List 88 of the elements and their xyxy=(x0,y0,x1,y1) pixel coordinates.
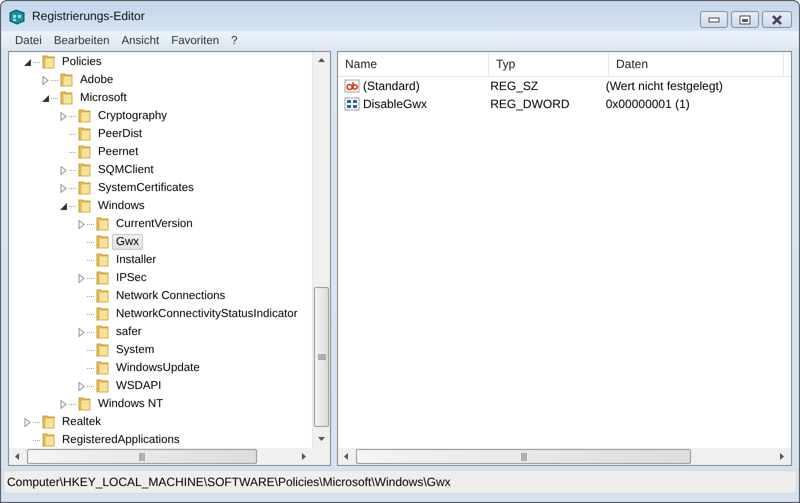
column-header[interactable]: Typ xyxy=(489,52,609,76)
value-data: (Wert nicht festgelegt) xyxy=(606,79,723,93)
folder-icon xyxy=(77,198,93,214)
app-icon xyxy=(8,7,26,25)
tree-item[interactable]: RegisteredApplications xyxy=(58,432,184,448)
tree-item[interactable]: SQMClient xyxy=(94,162,158,178)
scroll-up-icon[interactable] xyxy=(317,56,326,65)
folder-icon xyxy=(95,252,111,268)
tree-item[interactable]: CurrentVersion xyxy=(112,216,197,232)
folder-icon xyxy=(77,144,93,160)
tree-item[interactable]: Microsoft xyxy=(76,90,131,106)
maximize-icon xyxy=(739,14,751,24)
tree-item[interactable]: Windows xyxy=(94,198,149,214)
scrollbar-thumb[interactable] xyxy=(27,449,257,464)
value-name[interactable]: (Standard) xyxy=(363,79,420,93)
folder-icon xyxy=(95,360,111,376)
tree-item[interactable]: Adobe xyxy=(76,72,118,88)
menu-item[interactable]: Datei xyxy=(9,35,48,47)
expand-icon[interactable] xyxy=(77,328,86,336)
folder-icon xyxy=(95,216,111,232)
tree-item[interactable]: Installer xyxy=(112,252,160,268)
menu-item[interactable]: Bearbeiten xyxy=(48,35,116,47)
expand-icon[interactable] xyxy=(23,418,32,426)
close-button[interactable] xyxy=(762,11,792,28)
tree-item[interactable]: Gwx xyxy=(112,234,143,250)
expand-icon[interactable] xyxy=(77,274,86,282)
folder-icon xyxy=(77,126,93,142)
folder-icon xyxy=(77,108,93,124)
expand-icon[interactable] xyxy=(77,220,86,228)
folder-icon xyxy=(95,342,111,358)
binary-value-icon xyxy=(344,96,360,112)
tree-item[interactable]: Policies xyxy=(58,54,106,70)
collapse-icon[interactable] xyxy=(41,94,50,102)
tree-item[interactable]: NetworkConnectivityStatusIndicator xyxy=(112,306,302,322)
tree-item[interactable]: Realtek xyxy=(58,414,105,430)
value-data: 0x00000001 (1) xyxy=(606,97,690,111)
scrollbar-thumb[interactable] xyxy=(314,287,329,427)
value-type: REG_DWORD xyxy=(490,97,570,111)
folder-icon xyxy=(77,162,93,178)
menu-item[interactable]: Ansicht xyxy=(115,35,166,47)
window-title: Registrierungs-Editor xyxy=(32,9,145,23)
tree-item[interactable]: WSDAPI xyxy=(112,378,166,394)
scrollbar-thumb[interactable] xyxy=(356,449,691,464)
folder-icon xyxy=(59,72,75,88)
tree-item[interactable]: Cryptography xyxy=(94,108,172,124)
expand-icon[interactable] xyxy=(59,166,68,174)
minimize-button[interactable] xyxy=(700,11,728,28)
folder-icon xyxy=(77,396,93,412)
tree-item[interactable]: SystemCertificates xyxy=(94,180,198,196)
tree-item[interactable]: safer xyxy=(112,324,146,340)
expand-icon[interactable] xyxy=(77,382,86,390)
folder-icon xyxy=(95,306,111,322)
column-header[interactable]: Daten xyxy=(609,52,784,76)
column-header[interactable]: Name xyxy=(338,52,489,76)
collapse-icon[interactable] xyxy=(59,202,68,210)
tree-item[interactable]: Peernet xyxy=(94,144,142,160)
string-value-icon xyxy=(344,78,360,94)
folder-icon xyxy=(95,234,111,250)
folder-icon xyxy=(95,324,111,340)
menu-item[interactable]: ? xyxy=(225,35,244,47)
expand-icon[interactable] xyxy=(59,400,68,408)
tree-item[interactable]: IPSec xyxy=(112,270,151,286)
menu-item[interactable]: Favoriten xyxy=(165,35,226,47)
folder-icon xyxy=(59,90,75,106)
scroll-left-icon[interactable] xyxy=(342,452,351,461)
value-type: REG_SZ xyxy=(490,79,538,93)
maximize-button[interactable] xyxy=(731,11,759,28)
value-name[interactable]: DisableGwx xyxy=(363,97,428,111)
tree-item[interactable]: System xyxy=(112,342,158,358)
expand-icon[interactable] xyxy=(59,112,68,120)
folder-icon xyxy=(95,378,111,394)
folder-icon xyxy=(95,288,111,304)
scroll-left-icon[interactable] xyxy=(13,452,22,461)
folder-icon xyxy=(95,270,111,286)
status-path: Computer\HKEY_LOCAL_MACHINE\SOFTWARE\Policies\Microsoft\Windows\Gwx xyxy=(7,475,451,489)
collapse-icon[interactable] xyxy=(23,58,32,66)
tree-item[interactable]: WindowsUpdate xyxy=(112,360,204,376)
folder-icon xyxy=(41,54,57,70)
expand-icon[interactable] xyxy=(41,76,50,84)
tree-item[interactable]: Windows NT xyxy=(94,396,168,412)
minimize-icon xyxy=(708,16,720,22)
close-icon xyxy=(771,14,783,24)
tree-item[interactable]: Network Connections xyxy=(112,288,230,304)
folder-icon xyxy=(41,414,57,430)
tree-item[interactable]: PeerDist xyxy=(94,126,146,142)
expand-icon[interactable] xyxy=(59,184,68,192)
folder-icon xyxy=(77,180,93,196)
folder-icon xyxy=(41,432,57,448)
